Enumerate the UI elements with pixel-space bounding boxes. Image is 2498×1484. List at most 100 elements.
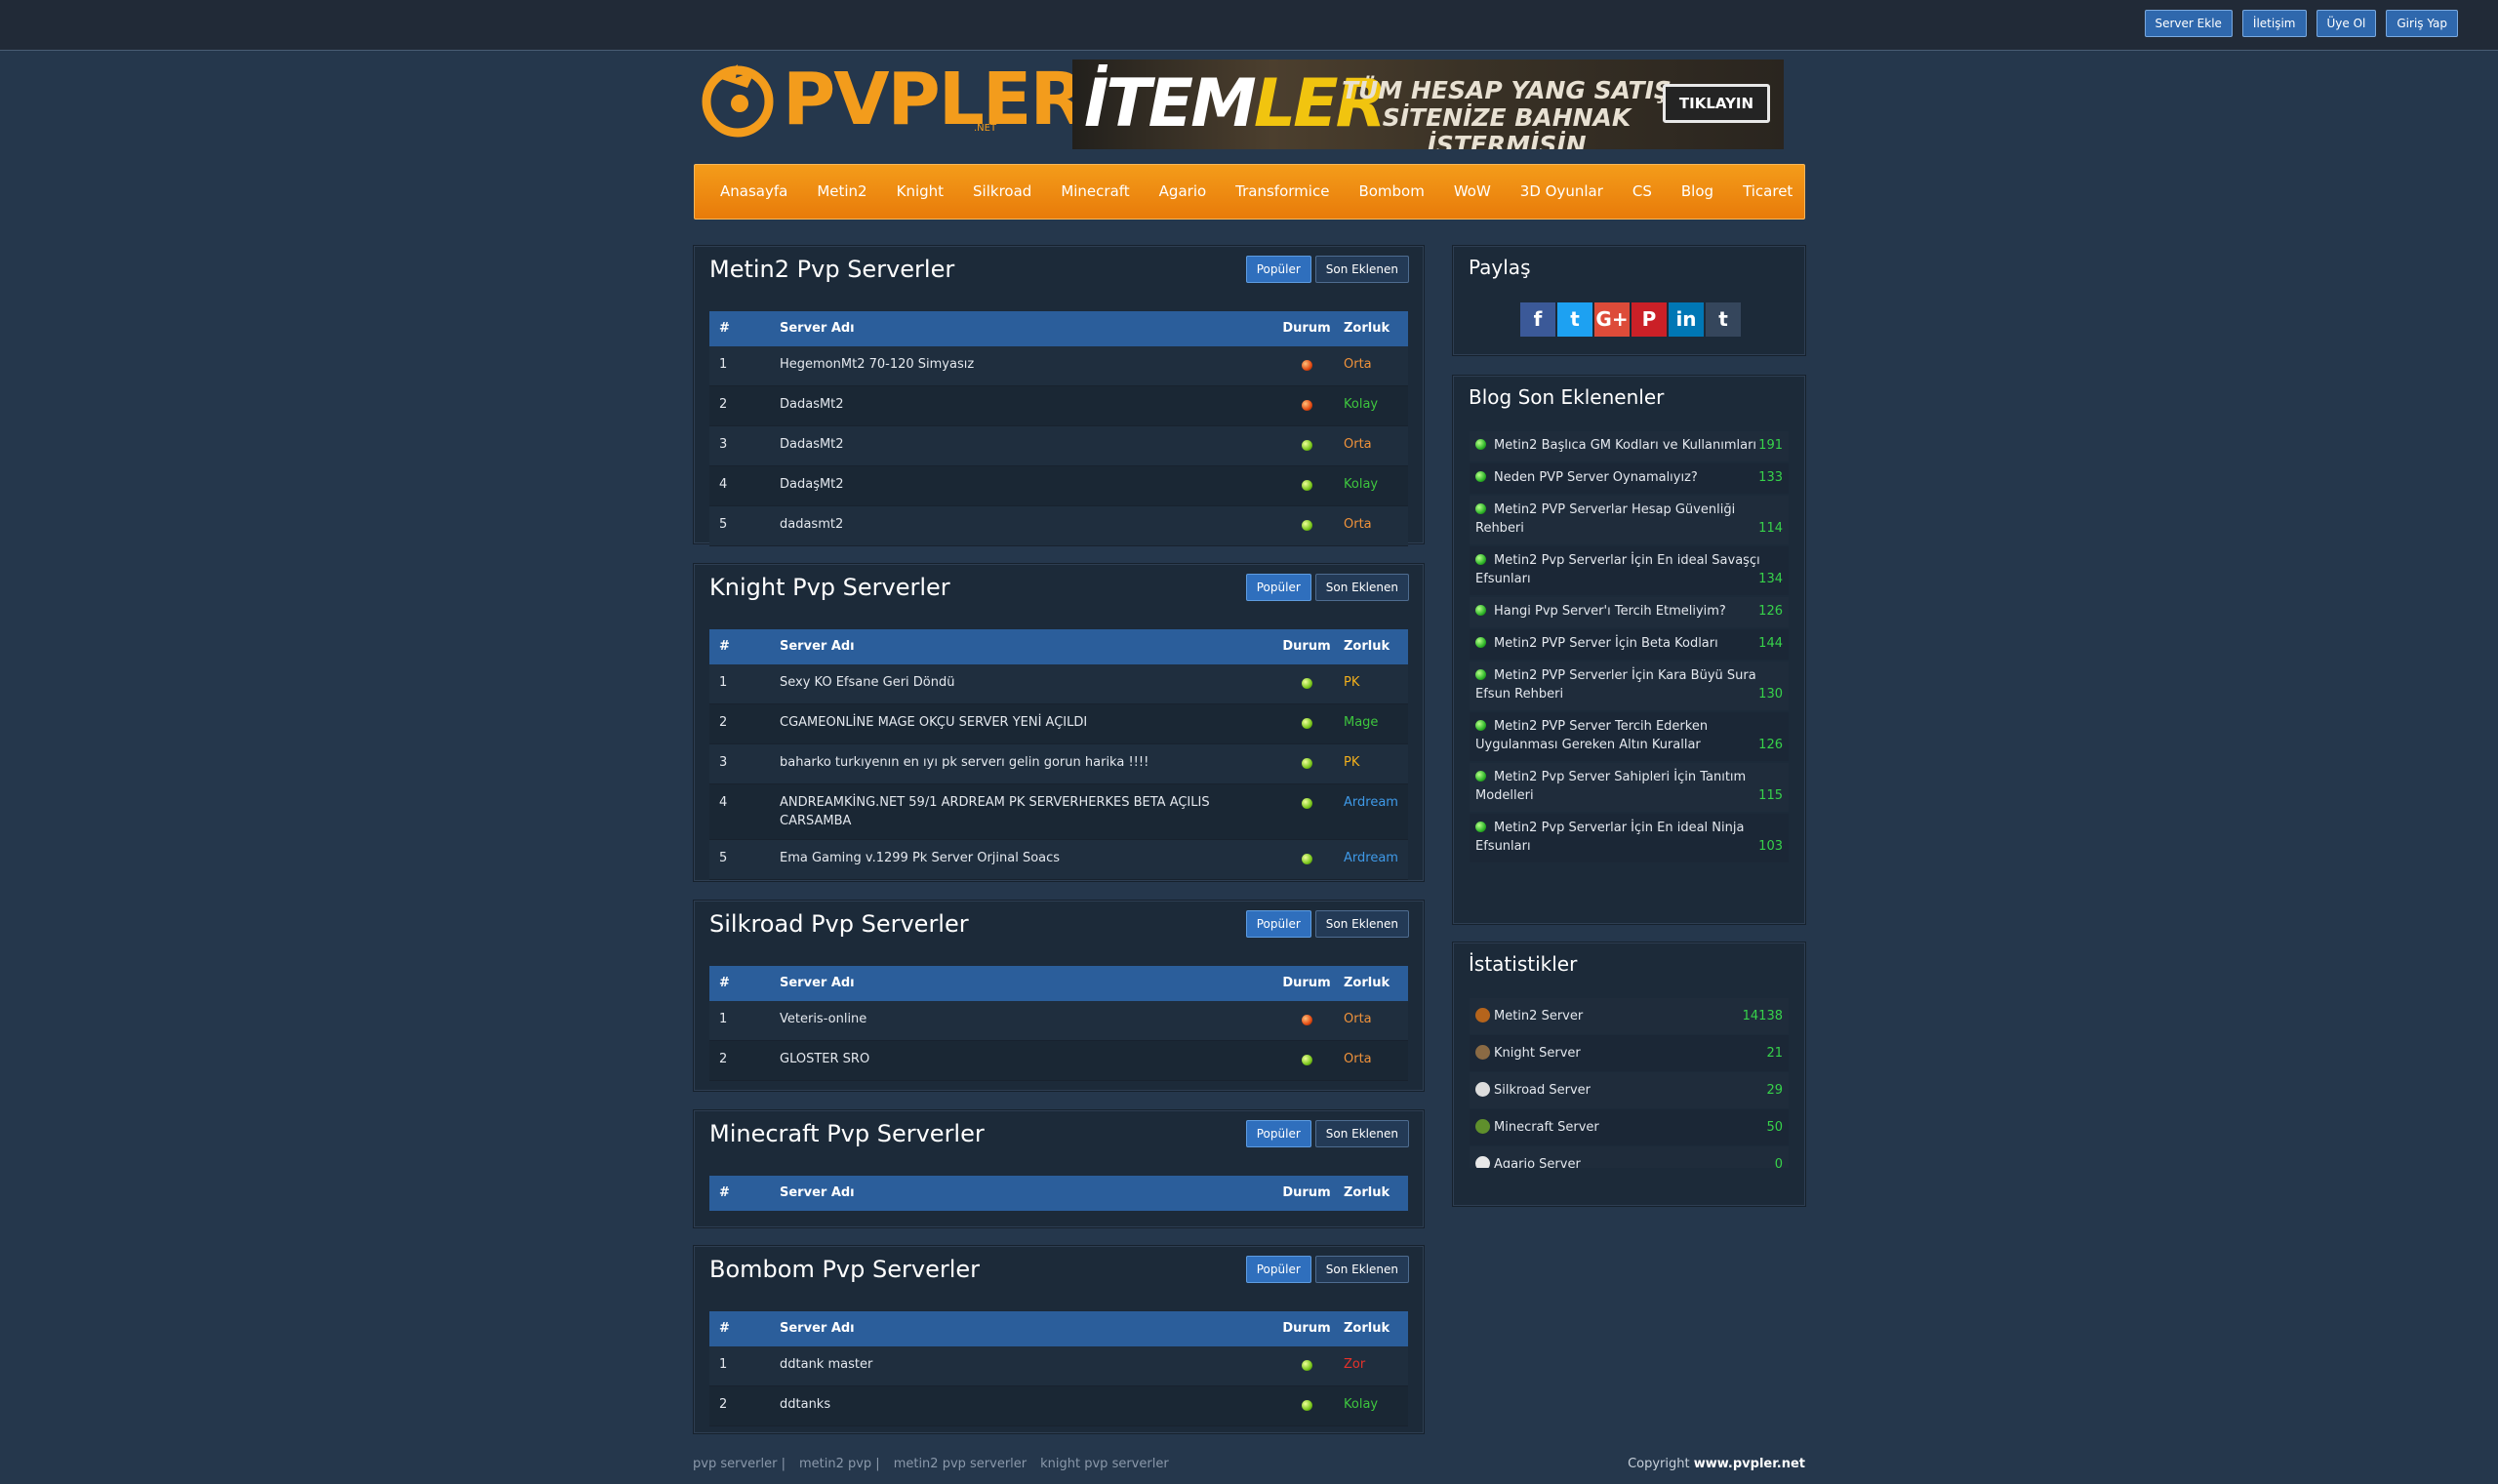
row-difficulty: Ardream: [1344, 851, 1398, 865]
googleplus-icon[interactable]: G+: [1594, 302, 1630, 337]
footer-link[interactable]: knight pvp serverler: [1040, 1457, 1169, 1471]
footer-link[interactable]: metin2 pvp |: [799, 1457, 880, 1471]
twitter-icon[interactable]: t: [1557, 302, 1592, 337]
pinterest-icon[interactable]: P: [1632, 302, 1667, 337]
table-row[interactable]: 1 HegemonMt2 70-120 Simyasız Orta: [709, 346, 1408, 386]
status-online-icon: [1301, 758, 1312, 769]
server-name-link[interactable]: DadaşMt2: [780, 475, 1281, 494]
linkedin-icon[interactable]: in: [1669, 302, 1704, 337]
top-button-2[interactable]: Üye Ol: [2316, 10, 2377, 37]
server-name-link[interactable]: ANDREAMKİNG.NET 59/1 ARDREAM PK SERVERHE…: [780, 793, 1281, 830]
bullet-icon: [1475, 503, 1486, 514]
blog-item[interactable]: Hangi Pvp Server'ı Tercih Etmeliyim? 126: [1470, 597, 1789, 627]
blog-item-title[interactable]: Metin2 Başlıca GM Kodları ve Kullanımlar…: [1494, 438, 1756, 453]
table-row[interactable]: 1 Veteris-online Orta: [709, 1001, 1408, 1041]
nav-item[interactable]: Bombom: [1344, 165, 1438, 218]
table-row[interactable]: 3 DadasMt2 Orta: [709, 426, 1408, 466]
server-name-link[interactable]: ddtank master: [780, 1355, 1281, 1374]
popular-button[interactable]: Popüler: [1245, 256, 1311, 283]
banner-button[interactable]: TIKLAYIN: [1663, 84, 1770, 123]
server-name-link[interactable]: Sexy KO Efsane Geri Döndü: [780, 673, 1281, 692]
blog-item[interactable]: Metin2 Başlıca GM Kodları ve Kullanımlar…: [1470, 431, 1789, 461]
popular-button[interactable]: Popüler: [1245, 574, 1311, 601]
blog-item-title[interactable]: Metin2 Pvp Serverlar İçin En ideal Ninja…: [1475, 821, 1744, 854]
recent-button[interactable]: Son Eklenen: [1314, 574, 1409, 601]
table-row[interactable]: 1 ddtank master Zor: [709, 1346, 1408, 1386]
blog-item[interactable]: Metin2 Pvp Serverlar İçin En ideal Savaş…: [1470, 546, 1789, 595]
blog-item-title[interactable]: Hangi Pvp Server'ı Tercih Etmeliyim?: [1494, 604, 1726, 619]
popular-button[interactable]: Popüler: [1245, 1120, 1311, 1147]
top-button-1[interactable]: İletişim: [2241, 10, 2307, 37]
row-number: 3: [719, 437, 728, 452]
server-name-link[interactable]: GLOSTER SRO: [780, 1050, 1281, 1068]
blog-item-title[interactable]: Metin2 Pvp Serverlar İçin En ideal Savaş…: [1475, 553, 1760, 586]
table-row[interactable]: 3 baharko turkıyenın en ıyı pk serverı ge…: [709, 744, 1408, 784]
table-row[interactable]: 5 Ema Gaming v.1299 Pk Server Orjinal Soa…: [709, 840, 1408, 880]
table-row[interactable]: 1 Sexy KO Efsane Geri Döndü PK: [709, 664, 1408, 704]
popular-button[interactable]: Popüler: [1245, 1256, 1311, 1283]
nav-item[interactable]: Blog: [1667, 165, 1728, 218]
nav-item[interactable]: CS: [1618, 165, 1667, 218]
nav-item[interactable]: Minecraft: [1046, 165, 1144, 218]
copyright-site[interactable]: www.pvpler.net: [1694, 1457, 1805, 1471]
nav-item[interactable]: Metin2: [802, 165, 881, 218]
row-difficulty: Orta: [1344, 437, 1372, 452]
nav-item[interactable]: Transformice: [1221, 165, 1344, 218]
server-name-link[interactable]: Ema Gaming v.1299 Pk Server Orjinal Soac…: [780, 849, 1281, 867]
status-offline-icon: [1301, 400, 1312, 411]
table-row[interactable]: 2 CGAMEONLİNE MAGE OKÇU SERVER YENİ AÇILD…: [709, 704, 1408, 744]
server-name-link[interactable]: ddtanks: [780, 1395, 1281, 1414]
ad-banner[interactable]: İTEMLER TÜM HESAP YANG SATIŞ SİTENİZE BAH…: [1072, 60, 1784, 149]
table-row[interactable]: 2 DadasMt2 Kolay: [709, 386, 1408, 426]
nav-item[interactable]: WoW: [1439, 165, 1506, 218]
server-name-link[interactable]: HegemonMt2 70-120 Simyasız: [780, 355, 1281, 374]
nav-item[interactable]: Agario: [1145, 165, 1222, 218]
server-name-link[interactable]: CGAMEONLİNE MAGE OKÇU SERVER YENİ AÇILDI: [780, 713, 1281, 732]
recent-button[interactable]: Son Eklenen: [1314, 256, 1409, 283]
footer-link[interactable]: pvp serverler |: [693, 1457, 786, 1471]
server-name-link[interactable]: Veteris-online: [780, 1010, 1281, 1028]
table-row[interactable]: 5 dadasmt2 Orta: [709, 506, 1408, 546]
blog-item-title[interactable]: Metin2 PVP Server İçin Beta Kodları: [1494, 636, 1718, 651]
nav-item[interactable]: Anasayfa: [708, 165, 802, 218]
blog-box: Blog Son Eklenenler Metin2 Başlıca GM Ko…: [1453, 376, 1805, 924]
tumblr-icon[interactable]: t: [1706, 302, 1741, 337]
recent-button[interactable]: Son Eklenen: [1314, 1256, 1409, 1283]
row-number: 3: [719, 755, 728, 770]
table-row[interactable]: 4 ANDREAMKİNG.NET 59/1 ARDREAM PK SERVERH…: [709, 784, 1408, 840]
recent-button[interactable]: Son Eklenen: [1314, 1120, 1409, 1147]
blog-item-title[interactable]: Metin2 Pvp Server Sahipleri İçin Tanıtım…: [1475, 770, 1746, 803]
blog-item[interactable]: Metin2 PVP Server İçin Beta Kodları 144: [1470, 629, 1789, 660]
server-name-link[interactable]: baharko turkıyenın en ıyı pk serverı gel…: [780, 753, 1281, 772]
blog-item[interactable]: Metin2 PVP Serverlar Hesap Güvenliği Reh…: [1470, 496, 1789, 544]
row-status: [1281, 395, 1332, 417]
nav-item[interactable]: Knight: [882, 165, 958, 218]
footer-link[interactable]: metin2 pvp serverler: [894, 1457, 1027, 1471]
blog-item-title[interactable]: Metin2 PVP Serverler İçin Kara Büyü Sura…: [1475, 668, 1756, 702]
top-button-0[interactable]: Server Ekle: [2144, 10, 2233, 37]
nav-item[interactable]: Ticaret: [1728, 165, 1807, 218]
nav-item[interactable]: 3D Oyunlar: [1506, 165, 1618, 218]
row-status: [1281, 1050, 1332, 1071]
recent-button[interactable]: Son Eklenen: [1314, 910, 1409, 938]
blog-item-title[interactable]: Metin2 PVP Serverlar Hesap Güvenliği Reh…: [1475, 502, 1735, 536]
blog-item[interactable]: Metin2 PVP Server Tercih Ederken Uygulan…: [1470, 712, 1789, 761]
server-name-link[interactable]: DadasMt2: [780, 395, 1281, 414]
blog-item[interactable]: Metin2 PVP Serverler İçin Kara Büyü Sura…: [1470, 662, 1789, 710]
blog-item-title[interactable]: Metin2 PVP Server Tercih Ederken Uygulan…: [1475, 719, 1708, 752]
site-logo[interactable]: PVPLER .NET: [699, 59, 1085, 141]
popular-button[interactable]: Popüler: [1245, 910, 1311, 938]
blog-item-title[interactable]: Neden PVP Server Oynamalıyız?: [1494, 470, 1698, 485]
table-row[interactable]: 4 DadaşMt2 Kolay: [709, 466, 1408, 506]
row-number: 1: [719, 675, 728, 690]
nav-item[interactable]: Silkroad: [958, 165, 1046, 218]
blog-item[interactable]: Metin2 Pvp Serverlar İçin En ideal Ninja…: [1470, 814, 1789, 862]
server-name-link[interactable]: DadasMt2: [780, 435, 1281, 454]
blog-item[interactable]: Neden PVP Server Oynamalıyız? 133: [1470, 463, 1789, 494]
top-button-3[interactable]: Giriş Yap: [2386, 10, 2458, 37]
blog-item[interactable]: Metin2 Pvp Server Sahipleri İçin Tanıtım…: [1470, 763, 1789, 812]
table-row[interactable]: 2 GLOSTER SRO Orta: [709, 1041, 1408, 1081]
table-row[interactable]: 2 ddtanks Kolay: [709, 1386, 1408, 1426]
facebook-icon[interactable]: f: [1520, 302, 1555, 337]
server-name-link[interactable]: dadasmt2: [780, 515, 1281, 534]
